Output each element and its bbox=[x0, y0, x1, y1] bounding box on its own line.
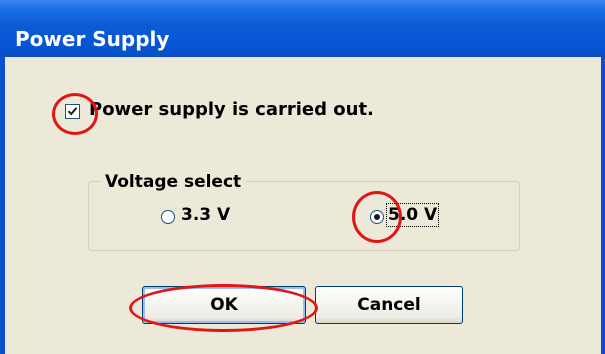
title-bar[interactable]: Power Supply bbox=[0, 0, 605, 57]
power-supply-checkbox-label[interactable]: Power supply is carried out. bbox=[89, 99, 374, 121]
cancel-button[interactable]: Cancel bbox=[315, 286, 463, 324]
power-supply-checkbox[interactable] bbox=[65, 104, 80, 119]
window-frame-right bbox=[601, 57, 605, 354]
dialog-body: Power supply is carried out. Voltage sel… bbox=[5, 57, 601, 354]
power-supply-dialog: Power Supply Power supply is carried out… bbox=[0, 0, 605, 354]
voltage-select-group-label: Voltage select bbox=[101, 172, 246, 192]
voltage-5-0-radio[interactable] bbox=[370, 210, 384, 224]
voltage-5-0-label[interactable]: 5.0 V bbox=[385, 203, 440, 227]
voltage-3-3-label[interactable]: 3.3 V bbox=[181, 205, 230, 225]
voltage-3-3-radio[interactable] bbox=[161, 210, 175, 224]
checkmark-icon bbox=[67, 107, 78, 116]
ok-button[interactable]: OK bbox=[142, 286, 306, 324]
dialog-title: Power Supply bbox=[15, 27, 170, 51]
radio-selected-dot bbox=[374, 214, 380, 220]
